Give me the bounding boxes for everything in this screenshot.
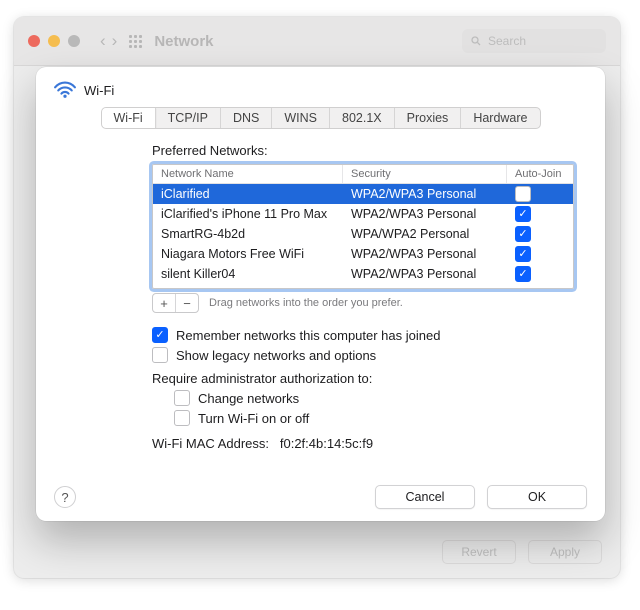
change-networks-label: Change networks (198, 391, 299, 406)
preferred-networks-table[interactable]: Network Name Security Auto-Join iClarifi… (152, 164, 574, 289)
sheet-footer: ? Cancel OK (36, 485, 605, 509)
cancel-button[interactable]: Cancel (375, 485, 475, 509)
mac-address-value: f0:2f:4b:14:5c:f9 (280, 436, 373, 451)
help-button[interactable]: ? (54, 486, 76, 508)
tab-dns[interactable]: DNS (221, 108, 272, 128)
window-title: Network (154, 33, 213, 50)
add-network-button[interactable]: + (153, 294, 176, 312)
sheet-title: Wi-Fi (84, 83, 114, 98)
zoom-window-button[interactable] (68, 35, 80, 47)
tab-proxies[interactable]: Proxies (395, 108, 462, 128)
titlebar: ‹ › Network Search (14, 17, 620, 66)
autojoin-checkbox[interactable]: ✓ (515, 266, 531, 282)
nav-back-icon[interactable]: ‹ (100, 31, 106, 51)
tab-bar[interactable]: Wi-FiTCP/IPDNSWINS802.1XProxiesHardware (101, 107, 541, 129)
mac-address-row: Wi-Fi MAC Address: f0:2f:4b:14:5c:f9 (152, 436, 575, 451)
tab-tcp-ip[interactable]: TCP/IP (156, 108, 221, 128)
search-placeholder: Search (488, 34, 526, 48)
tab-hardware[interactable]: Hardware (461, 108, 539, 128)
network-name: SmartRG-4b2d (153, 227, 343, 241)
autojoin-checkbox[interactable]: ✓ (515, 226, 531, 242)
drag-hint: Drag networks into the order you prefer. (209, 297, 403, 309)
autojoin-cell: ✓ (507, 226, 573, 243)
nav-arrows: ‹ › (100, 31, 117, 51)
network-security: WPA2/WPA3 Personal (343, 267, 507, 281)
network-security: WPA2/WPA3 Personal (343, 187, 507, 201)
add-remove-buttons: + − (152, 293, 199, 313)
table-row[interactable]: iClarified's iPhone 11 Pro MaxWPA2/WPA3 … (153, 204, 573, 224)
show-legacy-checkbox[interactable]: ✓ (152, 347, 168, 363)
apply-button[interactable]: Apply (528, 540, 602, 564)
col-autojoin[interactable]: Auto-Join (507, 165, 573, 183)
toggle-wifi-checkbox[interactable]: ✓ (174, 410, 190, 426)
network-name: iClarified (153, 187, 343, 201)
ok-button[interactable]: OK (487, 485, 587, 509)
back-footer: Revert Apply (442, 540, 602, 564)
wifi-icon (54, 81, 76, 99)
search-icon (470, 35, 482, 47)
table-header: Network Name Security Auto-Join (153, 165, 573, 184)
autojoin-checkbox[interactable]: ✓ (515, 206, 531, 222)
network-security: WPA/WPA2 Personal (343, 227, 507, 241)
revert-button[interactable]: Revert (442, 540, 516, 564)
minimize-window-button[interactable] (48, 35, 60, 47)
autojoin-cell: ✓ (507, 206, 573, 223)
remove-network-button[interactable]: − (176, 294, 198, 312)
show-legacy-label: Show legacy networks and options (176, 348, 376, 363)
network-name: Niagara Motors Free WiFi (153, 247, 343, 261)
network-security: WPA2/WPA3 Personal (343, 207, 507, 221)
col-security[interactable]: Security (343, 165, 507, 183)
autojoin-checkbox[interactable]: ✓ (515, 246, 531, 262)
network-name: silent Killer04 (153, 267, 343, 281)
nav-forward-icon[interactable]: › (112, 31, 118, 51)
network-name: iClarified's iPhone 11 Pro Max (153, 207, 343, 221)
autojoin-cell: ✓ (507, 186, 573, 203)
table-row[interactable]: SmartRG-4b2dWPA/WPA2 Personal ✓ (153, 224, 573, 244)
col-name[interactable]: Network Name (153, 165, 343, 183)
window-controls[interactable] (28, 35, 80, 47)
search-field[interactable]: Search (462, 29, 606, 53)
table-row[interactable]: iClarifiedWPA2/WPA3 Personal ✓ (153, 184, 573, 204)
network-security: WPA2/WPA3 Personal (343, 247, 507, 261)
wifi-advanced-sheet: Wi-Fi Wi-FiTCP/IPDNSWINS802.1XProxiesHar… (36, 67, 605, 521)
autojoin-cell: ✓ (507, 266, 573, 283)
change-networks-checkbox[interactable]: ✓ (174, 390, 190, 406)
remember-networks-checkbox[interactable]: ✓ (152, 327, 168, 343)
mac-address-label: Wi-Fi MAC Address: (152, 436, 269, 451)
sheet-header: Wi-Fi (36, 67, 605, 105)
table-row[interactable]: Niagara Motors Free WiFiWPA2/WPA3 Person… (153, 244, 573, 264)
autojoin-checkbox[interactable]: ✓ (515, 186, 531, 202)
all-prefs-icon[interactable] (129, 35, 142, 48)
remember-networks-label: Remember networks this computer has join… (176, 328, 440, 343)
table-row[interactable]: silent Killer04WPA2/WPA3 Personal ✓ (153, 264, 573, 284)
autojoin-cell: ✓ (507, 246, 573, 263)
tab-wi-fi[interactable]: Wi-Fi (102, 108, 156, 128)
table-rows: iClarifiedWPA2/WPA3 Personal✓iClarified'… (153, 184, 573, 288)
tab-802-1x[interactable]: 802.1X (330, 108, 395, 128)
sheet-body: Preferred Networks: Network Name Securit… (36, 129, 605, 451)
close-window-button[interactable] (28, 35, 40, 47)
toggle-wifi-label: Turn Wi-Fi on or off (198, 411, 309, 426)
require-admin-label: Require administrator authorization to: (152, 371, 575, 386)
tab-wins[interactable]: WINS (272, 108, 330, 128)
preferred-networks-label: Preferred Networks: (152, 143, 575, 158)
